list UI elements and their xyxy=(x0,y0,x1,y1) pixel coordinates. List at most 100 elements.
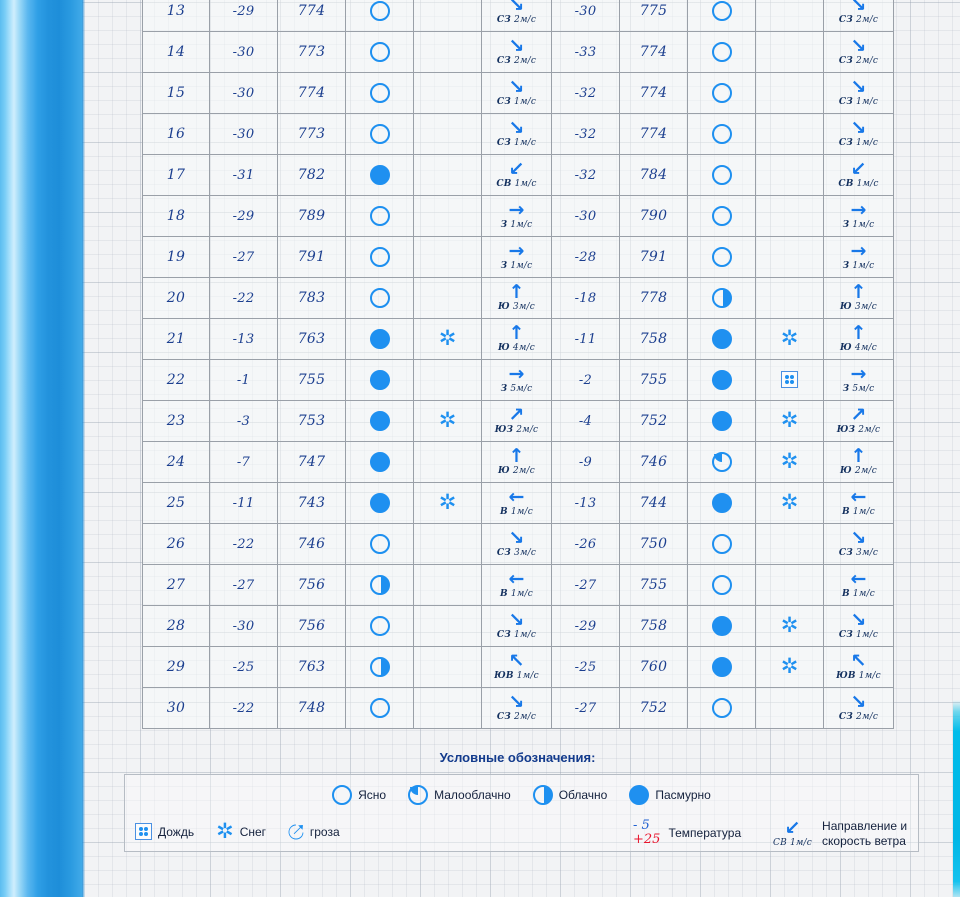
legend-label: гроза xyxy=(309,824,340,839)
precip-cell-b xyxy=(755,359,824,401)
pressure-cell-a: 789 xyxy=(277,195,346,237)
clear-sky-icon xyxy=(369,1,390,21)
clear-sky-icon xyxy=(369,42,390,62)
temperature-value: -30 xyxy=(574,4,597,19)
sky-cell-b xyxy=(687,523,756,565)
pressure-cell-b: 784 xyxy=(619,154,688,196)
pressure-value: 782 xyxy=(297,167,326,183)
wind-cell-b: ↘ СЗ 2м/с xyxy=(824,693,893,722)
snow-icon: ✲ xyxy=(438,408,457,432)
table-row: 16 -30 773 ↘ СЗ 1м/с -32 774 ↘ СЗ 1м/с xyxy=(142,113,894,155)
pressure-value: 774 xyxy=(639,85,668,101)
table-row: 13 -29 774 ↘ СЗ 2м/с -30 775 ↘ СЗ 2м/с xyxy=(142,0,894,32)
clear-sky-icon xyxy=(711,42,732,62)
overcast-icon xyxy=(711,411,732,431)
day-number: 23 xyxy=(166,413,186,429)
precip-cell-b xyxy=(755,195,824,237)
legend-box: Ясно Малооблачно Облачно Пасмурно Дождь ✲ Сне… xyxy=(124,774,919,852)
pressure-cell-b: 774 xyxy=(619,31,688,73)
pressure-value: 791 xyxy=(639,249,668,265)
wind-cell-a: ↖ ЮВ 1м/с xyxy=(482,652,551,681)
precip-cell-a xyxy=(413,687,482,729)
pressure-cell-b: 750 xyxy=(619,523,688,565)
wind-legend-label: Направление и скорость ветра xyxy=(822,819,907,849)
wind-arrow-icon: → xyxy=(508,240,525,262)
pressure-value: 752 xyxy=(639,413,668,429)
wind-arrow-icon: → xyxy=(508,363,525,385)
temp-cell-b: -27 xyxy=(551,687,620,729)
temp-cell-a: -31 xyxy=(209,154,278,196)
clear-sky-icon xyxy=(369,534,390,554)
table-row: 27 -27 756 ← В 1м/с -27 755 ← В 1м/с xyxy=(142,564,894,606)
wind-cell-b: ↘ СЗ 1м/с xyxy=(823,72,894,114)
sky-cell-a xyxy=(345,523,414,565)
temp-cell-b: -29 xyxy=(551,605,620,647)
wind-arrow-icon: → xyxy=(850,199,867,221)
wind-legend-label-line2: скорость ветра xyxy=(822,834,906,848)
wind-cell-a: ↘ СЗ 3м/с xyxy=(481,523,552,565)
hot-temperature-sample: +25 xyxy=(633,832,661,847)
legend-item-snow: ✲ Снег xyxy=(216,821,266,842)
wind-cell-a: → З 5м/с xyxy=(482,363,551,394)
pressure-value: 744 xyxy=(639,495,668,511)
precip-cell-b xyxy=(755,113,824,155)
legend-label: Облачно xyxy=(558,788,608,802)
wind-cell-a: ↑ Ю 4м/с xyxy=(481,318,552,360)
precip-cell-a xyxy=(413,236,482,278)
wind-cell-a: ↙ СВ 1м/с xyxy=(482,158,551,189)
table-row: 26 -22 746 ↘ СЗ 3м/с -26 750 ↘ СЗ 3м/с xyxy=(142,523,894,565)
temp-cell-a: -29 xyxy=(209,0,278,32)
temperature-legend-label: Температура xyxy=(668,825,742,840)
precip-cell-a xyxy=(413,523,482,565)
wind-arrow-icon: ↘ xyxy=(850,117,867,139)
temperature-value: -33 xyxy=(574,45,597,60)
wind-cell-b: ↘ СЗ 1м/с xyxy=(824,78,893,107)
wind-arrow-icon: ↙ xyxy=(508,158,525,180)
precip-cell-a xyxy=(413,646,482,688)
wind-cell-b: → З 1м/с xyxy=(824,199,893,230)
pressure-value: 758 xyxy=(639,331,668,347)
wind-cell-b: ↑ Ю 4м/с xyxy=(824,324,893,353)
sky-cell-a xyxy=(345,482,414,524)
table-row: 25 -11 743 ✲ ← В 1м/с -13 744 ✲ ← В 1м/с xyxy=(142,482,894,524)
wind-arrow-icon: ↑ xyxy=(508,445,525,467)
sky-cell-a xyxy=(345,31,414,73)
precip-cell-a xyxy=(413,154,482,196)
clear-sky-icon xyxy=(369,616,390,636)
pressure-value: 773 xyxy=(297,126,326,142)
wind-speed-label: Ю 2м/с xyxy=(498,466,535,476)
precip-cell-b xyxy=(755,523,824,565)
table-row: 14 -30 773 ↘ СЗ 2м/с -33 774 ↘ СЗ 2м/с xyxy=(142,31,894,73)
pressure-cell-a: 763 xyxy=(277,318,346,360)
legend-item-clear: Ясно xyxy=(332,785,386,805)
pressure-value: 774 xyxy=(297,3,326,19)
temperature-value: -22 xyxy=(232,701,255,716)
temp-cell-a: -3 xyxy=(209,400,278,442)
pressure-cell-b: 774 xyxy=(619,72,688,114)
temperature-value: -31 xyxy=(232,168,255,183)
legend-label: Малооблачно xyxy=(434,788,511,802)
sky-cell-b xyxy=(687,195,756,237)
sky-cell-b xyxy=(687,0,756,32)
legend-sky-row: Ясно Малооблачно Облачно Пасмурно xyxy=(125,785,918,805)
pressure-cell-b: 752 xyxy=(619,687,688,729)
precip-cell-a xyxy=(413,195,482,237)
temperature-value: -4 xyxy=(578,414,593,429)
temp-cell-b: -32 xyxy=(551,154,620,196)
wind-cell-b: ↘ СЗ 1м/с xyxy=(824,117,893,148)
temp-cell-a: -11 xyxy=(209,482,278,524)
day-cell: 23 xyxy=(142,400,210,442)
pressure-cell-b: 755 xyxy=(619,359,688,401)
wind-speed-label: Ю 4м/с xyxy=(840,343,877,353)
table-row: 23 -3 753 ✲ ↗ ЮЗ 2м/с -4 752 ✲ ↗ ЮЗ 2м/с xyxy=(142,400,894,442)
wind-cell-a: → З 1м/с xyxy=(481,236,552,278)
temperature-value: -30 xyxy=(232,86,255,101)
pressure-cell-a: 753 xyxy=(277,400,346,442)
table-row: 29 -25 763 ↖ ЮВ 1м/с -25 760 ✲ ↖ ЮВ 1м/с xyxy=(142,646,894,688)
wind-cell-b: ↖ ЮВ 1м/с xyxy=(824,652,893,681)
day-number: 18 xyxy=(166,208,186,224)
precip-cell-a: ✲ xyxy=(413,482,482,524)
wind-cell-b: → З 1м/с xyxy=(823,195,894,237)
wind-cell-a: ↘ СЗ 2м/с xyxy=(482,693,551,722)
wind-cell-b: ↘ СЗ 2м/с xyxy=(824,0,893,25)
